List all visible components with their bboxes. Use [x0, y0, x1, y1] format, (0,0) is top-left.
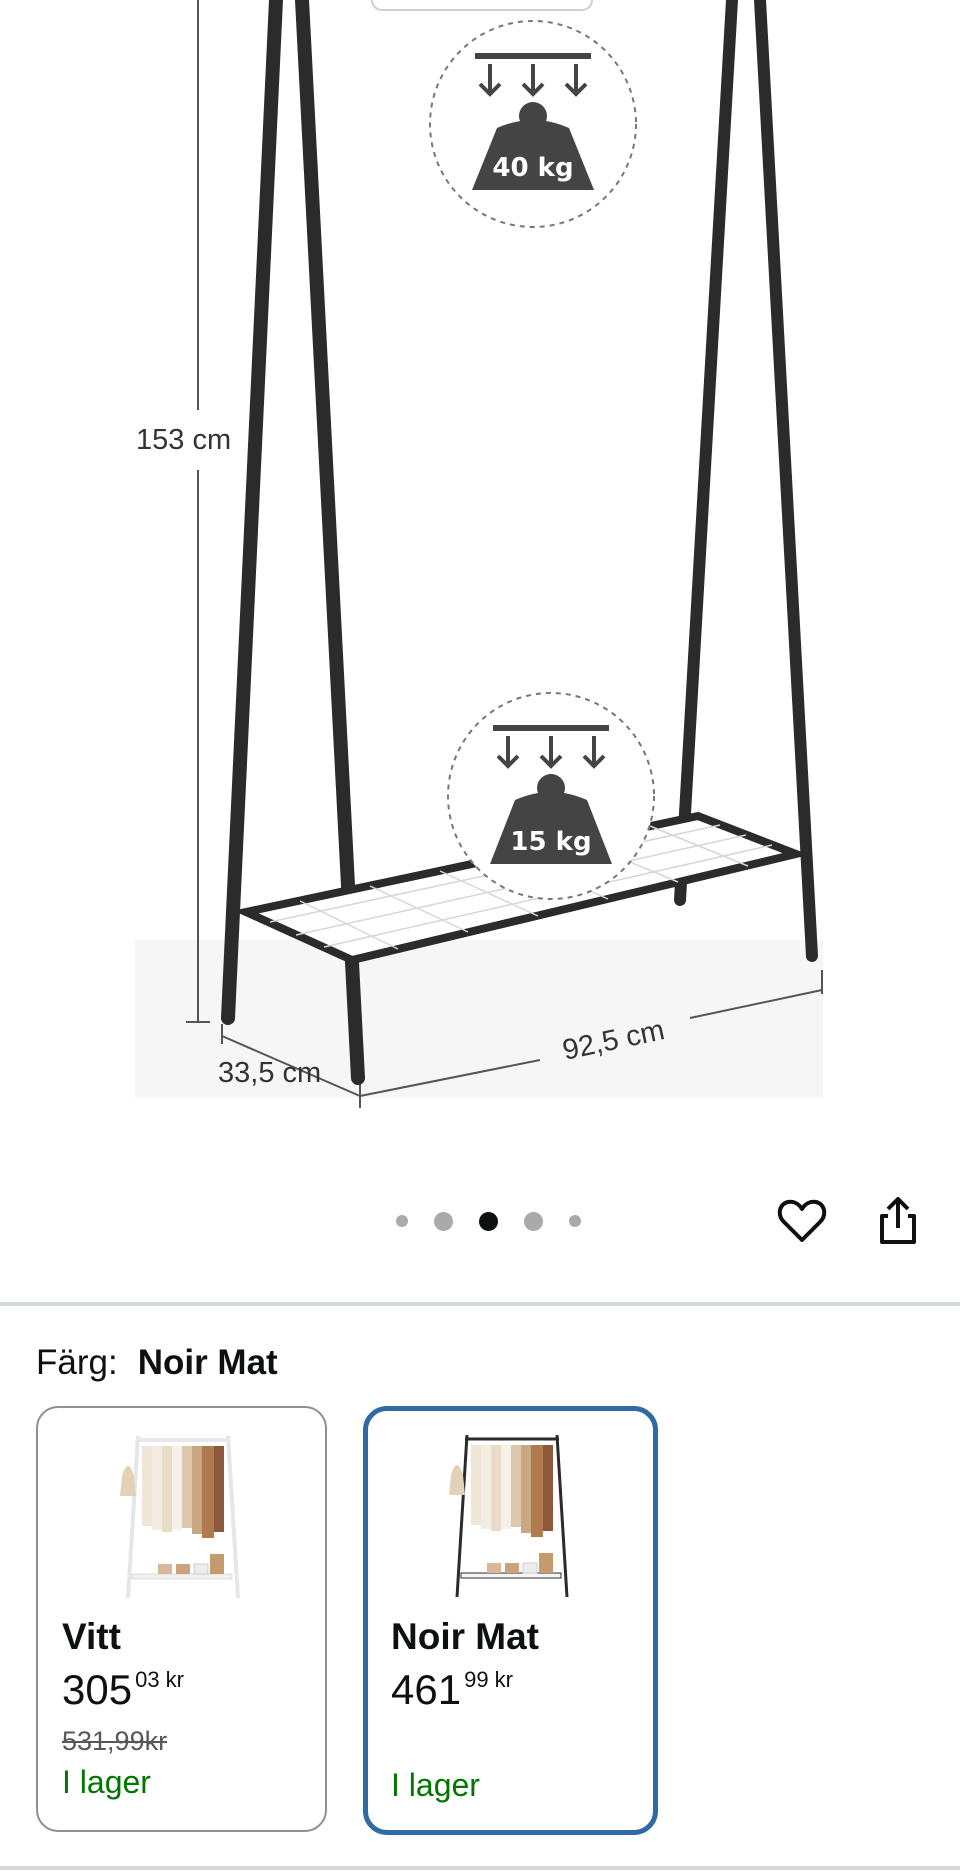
heart-icon [777, 1199, 827, 1242]
favorite-button[interactable] [773, 1192, 831, 1250]
variant-price: 305 03 kr [62, 1666, 184, 1713]
product-image[interactable]: 153 cm 33,5 cm 92,5 cm 40 kg 15 kg [0, 0, 960, 1140]
variant-name: Noir Mat [391, 1616, 539, 1657]
height-dimension-label: 153 cm [136, 424, 231, 456]
top-load-label: 40 kg [492, 153, 573, 183]
variant-name: Vitt [62, 1616, 121, 1657]
variant-option-noir-mat[interactable]: Noir Mat 461 99 kr I lager [363, 1406, 658, 1835]
carousel-indicator [396, 1209, 581, 1233]
share-button[interactable] [869, 1192, 927, 1250]
carousel-dot[interactable] [434, 1211, 453, 1231]
variant-availability: I lager [62, 1764, 151, 1800]
carousel-dot[interactable] [569, 1215, 581, 1227]
selected-color-value: Noir Mat [137, 1343, 278, 1382]
variant-option-vitt[interactable]: Vitt 305 03 kr 531,99kr I lager [36, 1406, 327, 1832]
share-icon [880, 1197, 916, 1244]
variant-list-price: 531,99kr [62, 1726, 168, 1756]
color-label: Färg: [36, 1343, 118, 1382]
shelf-load-label: 15 kg [510, 827, 591, 857]
variant-price: 461 99 kr [391, 1666, 513, 1713]
variant-thumbnail [119, 1435, 240, 1599]
color-selection-header: Färg: Noir Mat [36, 1343, 278, 1383]
section-divider [0, 1866, 960, 1870]
variant-thumbnail [448, 1434, 568, 1598]
carousel-dot[interactable] [524, 1211, 543, 1231]
carousel-dot-active[interactable] [479, 1211, 498, 1231]
carousel-dot[interactable] [396, 1215, 408, 1227]
depth-dimension-label: 33,5 cm [218, 1057, 321, 1089]
variant-availability: I lager [391, 1767, 480, 1803]
section-divider [0, 1302, 960, 1306]
